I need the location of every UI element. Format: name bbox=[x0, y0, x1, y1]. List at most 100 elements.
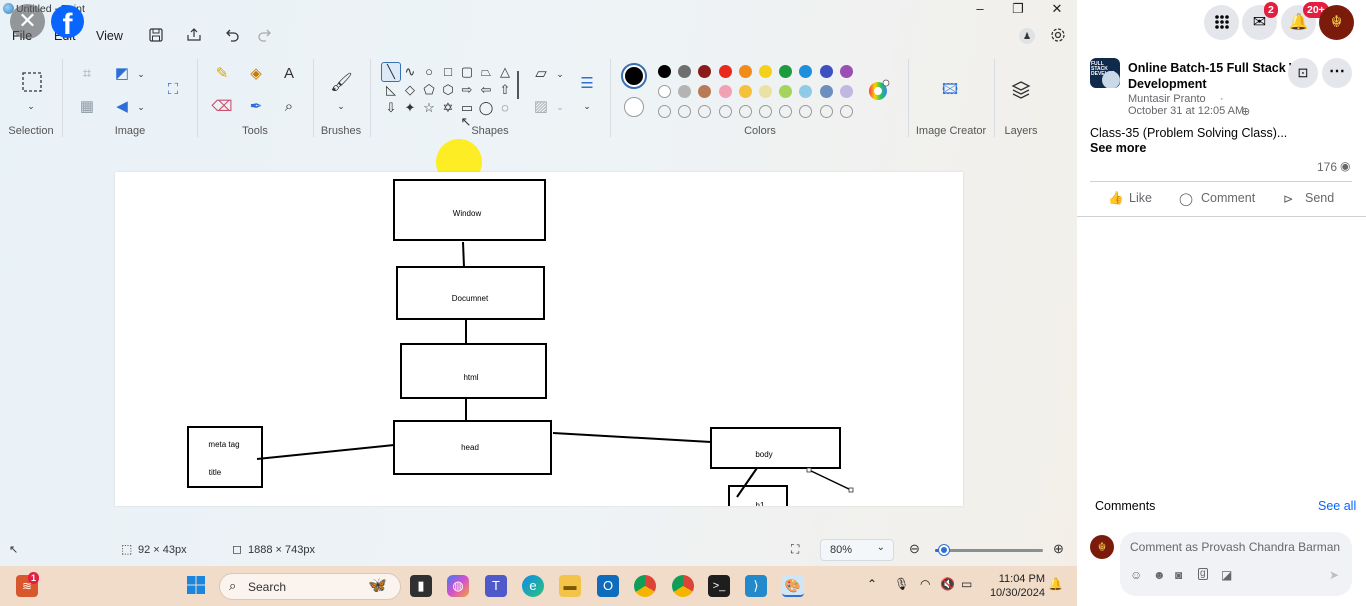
four-point-star-shape-icon[interactable]: ✦ bbox=[401, 99, 419, 117]
clock[interactable]: 11:04 PM 10/30/2024 bbox=[985, 572, 1045, 600]
zoom-in-icon[interactable]: ⊕ bbox=[1053, 541, 1064, 557]
shapes-scrollbar[interactable] bbox=[517, 71, 519, 99]
rectangle-shape-icon[interactable]: □ bbox=[439, 63, 457, 81]
file-explorer-icon[interactable]: ▬ bbox=[559, 575, 581, 597]
color-swatch[interactable] bbox=[839, 85, 853, 98]
color-swatch[interactable] bbox=[759, 85, 772, 98]
flip-dropdown-icon[interactable]: ⌄ bbox=[130, 96, 152, 118]
text-tool-icon[interactable]: A bbox=[278, 63, 300, 85]
html-box[interactable] bbox=[400, 343, 547, 399]
right-triangle-shape-icon[interactable]: ◺ bbox=[382, 81, 400, 99]
comment-button[interactable]: Comment bbox=[1201, 191, 1255, 205]
menu-grid-icon[interactable] bbox=[1204, 5, 1239, 40]
custom-color-slot[interactable] bbox=[759, 105, 772, 118]
taskbar-search[interactable]: ⌕ Search 🦋 bbox=[219, 573, 401, 600]
comment-input[interactable]: Comment as Provash Chandra Barman ☺ ☻ ◙ … bbox=[1120, 532, 1352, 596]
line-shape-icon[interactable]: ╲ bbox=[381, 62, 401, 82]
close-window-button[interactable]: ✕ bbox=[1037, 0, 1077, 20]
gif-icon[interactable]: g bbox=[1198, 568, 1208, 580]
settings-gear-icon[interactable] bbox=[1050, 27, 1066, 43]
up-arrow-shape-icon[interactable]: ⇧ bbox=[496, 81, 514, 99]
more-options-icon[interactable]: ⋯ bbox=[1322, 58, 1352, 88]
meta-title-box[interactable] bbox=[187, 426, 263, 488]
selection-dropdown-icon[interactable]: ⌄ bbox=[20, 95, 42, 117]
see-all-link[interactable]: See all bbox=[1318, 499, 1356, 513]
edit-colors-icon[interactable] bbox=[868, 79, 890, 101]
down-arrow-shape-icon[interactable]: ⇩ bbox=[382, 99, 400, 117]
color-swatch[interactable] bbox=[819, 65, 833, 78]
body-box[interactable] bbox=[710, 427, 841, 469]
redo-icon[interactable] bbox=[257, 27, 273, 43]
save-post-icon[interactable]: ⊡ bbox=[1288, 58, 1318, 88]
close-viewer-button[interactable]: ✕ bbox=[10, 4, 45, 39]
secondary-color-swatch[interactable] bbox=[624, 97, 644, 117]
color-swatch[interactable] bbox=[738, 85, 752, 98]
custom-color-slot[interactable] bbox=[839, 105, 853, 118]
color-picker-icon[interactable]: ✒ bbox=[245, 96, 267, 118]
selection-tool-icon[interactable] bbox=[20, 71, 44, 95]
brush-icon[interactable]: 🖌 bbox=[330, 71, 353, 93]
paint-taskbar-icon[interactable]: 🎨 bbox=[782, 575, 804, 597]
post-timestamp[interactable]: October 31 at 12:05 AM bbox=[1128, 105, 1244, 117]
curve-shape-icon[interactable]: ∿ bbox=[401, 63, 419, 81]
custom-color-slot[interactable] bbox=[658, 105, 671, 118]
crop-icon[interactable]: ⌗ bbox=[76, 63, 98, 85]
zoom-select[interactable]: 80% ⌄ bbox=[820, 539, 894, 561]
line-size-icon[interactable]: ☰ bbox=[576, 73, 598, 95]
save-icon[interactable] bbox=[148, 27, 164, 43]
share-icon[interactable] bbox=[186, 27, 202, 43]
image-remove-background-icon[interactable]: ⛶ bbox=[162, 79, 184, 101]
teams-icon[interactable]: T bbox=[485, 575, 507, 597]
rotate-dropdown-icon[interactable]: ⌄ bbox=[130, 63, 152, 85]
restore-button[interactable]: ❐ bbox=[998, 0, 1038, 20]
emoji-icon[interactable]: ☻ bbox=[1153, 568, 1166, 582]
facebook-logo[interactable]: f bbox=[51, 5, 84, 38]
color-swatch[interactable] bbox=[658, 85, 671, 98]
camera-icon[interactable]: ◙ bbox=[1175, 568, 1182, 582]
layers-icon[interactable] bbox=[1010, 79, 1032, 101]
left-arrow-shape-icon[interactable]: ⇦ bbox=[477, 81, 495, 99]
account-icon[interactable]: ♟ bbox=[1019, 28, 1035, 44]
polygon-shape-icon[interactable]: ⏢ bbox=[477, 63, 495, 81]
five-point-star-shape-icon[interactable]: ☆ bbox=[420, 99, 438, 117]
callout-oval-shape-icon[interactable]: ◯ bbox=[477, 99, 495, 117]
color-swatch[interactable] bbox=[738, 65, 752, 78]
undo-icon[interactable] bbox=[224, 27, 240, 43]
oval-shape-icon[interactable]: ○ bbox=[420, 63, 438, 81]
terminal-icon[interactable]: >_ bbox=[708, 575, 730, 597]
fit-to-window-icon[interactable]: ⛶ bbox=[791, 542, 799, 557]
see-more-link[interactable]: See more bbox=[1090, 141, 1146, 155]
color-swatch[interactable] bbox=[718, 65, 732, 78]
send-button[interactable]: Send bbox=[1305, 191, 1334, 205]
custom-color-slot[interactable] bbox=[738, 105, 752, 118]
magnifier-icon[interactable]: ⌕ bbox=[278, 96, 300, 118]
color-swatch[interactable] bbox=[839, 65, 853, 78]
line-handle[interactable] bbox=[848, 487, 854, 493]
page-thumbnail[interactable]: FULL STACK DEVELOP bbox=[1090, 58, 1120, 88]
document-box[interactable] bbox=[396, 266, 545, 320]
color-swatch[interactable] bbox=[658, 65, 671, 78]
send-comment-icon[interactable]: ➤ bbox=[1329, 568, 1339, 582]
wifi-icon[interactable]: ◠ bbox=[920, 577, 930, 591]
custom-color-slot[interactable] bbox=[718, 105, 732, 118]
avatar-sticker-icon[interactable]: ☺ bbox=[1130, 568, 1142, 582]
windows-start-icon[interactable] bbox=[185, 575, 207, 597]
callout-cloud-shape-icon[interactable]: ◌ bbox=[496, 99, 514, 117]
fill-dropdown-icon[interactable]: ⌄ bbox=[549, 96, 571, 118]
battery-icon[interactable]: ▭ bbox=[961, 577, 972, 591]
menu-view[interactable]: View bbox=[96, 29, 123, 43]
rounded-rectangle-shape-icon[interactable]: ▢ bbox=[458, 63, 476, 81]
fill-bucket-icon[interactable]: ◈ bbox=[245, 63, 267, 85]
right-arrow-shape-icon[interactable]: ⇨ bbox=[458, 81, 476, 99]
hexagon-shape-icon[interactable]: ⬡ bbox=[439, 81, 457, 99]
like-button[interactable]: Like bbox=[1129, 191, 1152, 205]
zoom-out-icon[interactable]: ⊖ bbox=[909, 541, 920, 557]
selected-line[interactable] bbox=[808, 469, 852, 491]
copilot-icon[interactable]: ◍ bbox=[447, 575, 469, 597]
sticker-icon[interactable]: ◪ bbox=[1221, 568, 1232, 582]
profile-avatar[interactable]: ☬ bbox=[1319, 5, 1354, 40]
color-swatch[interactable] bbox=[819, 85, 833, 98]
microphone-icon[interactable]: 🎙 bbox=[894, 577, 909, 591]
chrome-profile-icon[interactable] bbox=[672, 575, 694, 597]
image-creator-icon[interactable]: 🖾 bbox=[939, 79, 961, 101]
